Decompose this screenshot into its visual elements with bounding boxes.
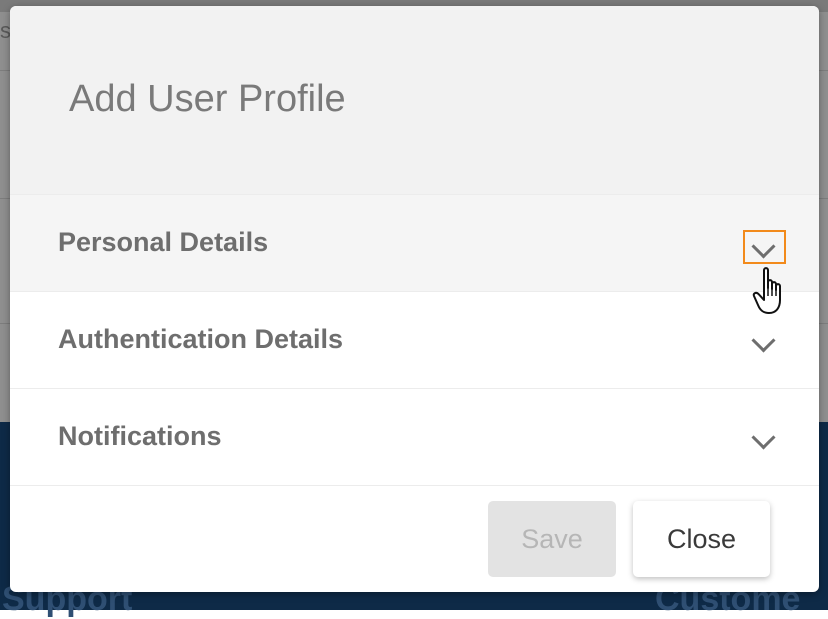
chevron-down-icon[interactable] <box>751 328 776 353</box>
close-button[interactable]: Close <box>633 501 770 577</box>
section-personal-details[interactable]: Personal Details <box>10 194 819 291</box>
section-authentication-details[interactable]: Authentication Details <box>10 291 819 388</box>
hand-pointer-icon <box>752 267 781 314</box>
add-user-profile-dialog: Add User Profile Personal Details Authen… <box>10 6 819 592</box>
section-notifications[interactable]: Notifications <box>10 388 819 486</box>
dialog-title: Add User Profile <box>69 78 346 120</box>
section-label: Authentication Details <box>58 324 344 354</box>
dialog-header: Add User Profile <box>10 6 819 194</box>
section-label: Personal Details <box>58 227 269 257</box>
section-label: Notifications <box>58 421 222 451</box>
chevron-down-icon[interactable] <box>751 425 776 450</box>
save-button[interactable]: Save <box>488 501 616 577</box>
